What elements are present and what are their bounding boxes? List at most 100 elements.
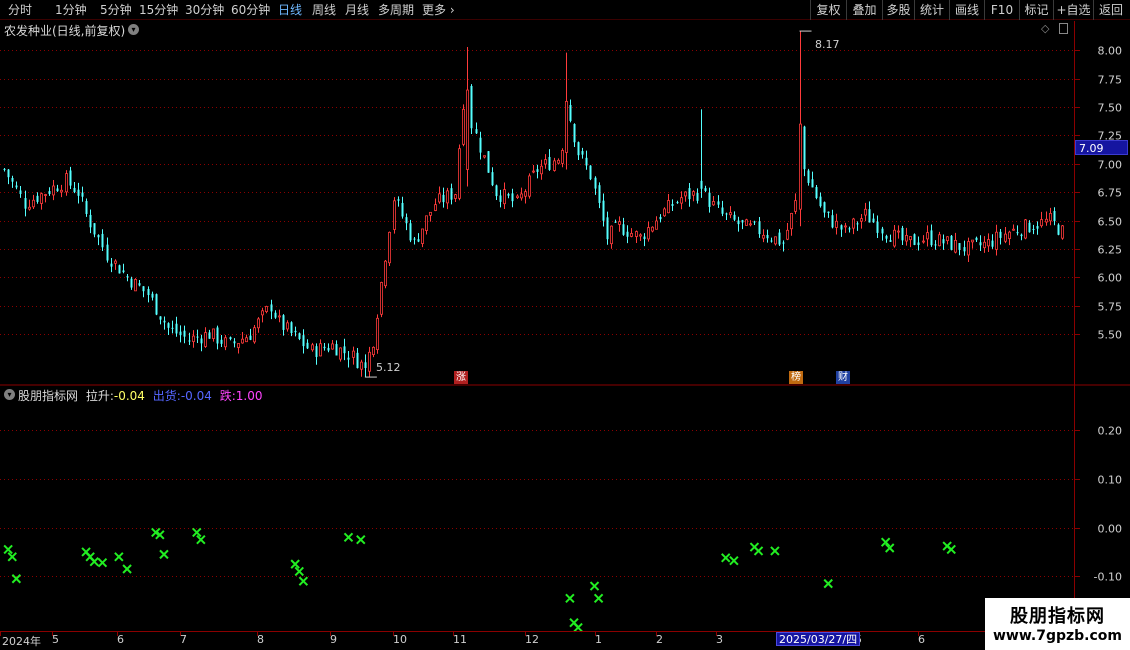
candle-body	[93, 223, 96, 235]
candle-body	[19, 190, 22, 194]
candle-body	[499, 195, 502, 202]
candle-body	[827, 211, 830, 213]
indicator-axis-label: 0.00	[1098, 523, 1123, 536]
candle-body	[446, 190, 449, 204]
finance-badge[interactable]: 财	[836, 371, 850, 384]
candle-body	[138, 283, 141, 286]
signal-x-marker	[192, 527, 202, 538]
candle-body	[688, 188, 691, 200]
candle-body	[942, 239, 945, 244]
candle-body	[602, 200, 605, 221]
price-axis-label: 6.75	[1098, 187, 1123, 200]
candle-body	[643, 236, 646, 240]
candle-body	[684, 191, 687, 197]
candle-body	[958, 243, 961, 250]
candle-body	[520, 193, 523, 199]
candle-body	[573, 124, 576, 143]
candle-body	[352, 350, 355, 358]
candle-body	[192, 335, 195, 342]
diamond-icon[interactable]: ◇	[1041, 22, 1049, 35]
candle-body	[983, 241, 986, 249]
candle-body	[708, 192, 711, 207]
legend-rise-label: 拉升:	[85, 389, 114, 403]
candle-body	[81, 192, 84, 197]
candle-body	[159, 316, 162, 320]
candle-body	[224, 337, 227, 348]
limit-up-badge[interactable]: 涨	[454, 371, 468, 384]
candle-body	[721, 207, 724, 214]
candle-body	[196, 336, 199, 338]
candle-body	[167, 323, 170, 328]
signal-x-marker	[196, 535, 206, 545]
candle-body	[503, 189, 506, 205]
indicator-axis-label: -0.10	[1094, 571, 1122, 584]
candle-body	[737, 220, 740, 225]
candle-body	[306, 342, 309, 349]
candle-body	[975, 237, 978, 241]
candle-body	[594, 177, 597, 189]
candle-body	[327, 347, 330, 351]
candle-body	[835, 220, 838, 228]
candle-body	[770, 240, 773, 242]
candle-body	[758, 221, 761, 235]
candle-body	[553, 160, 556, 171]
candle-body	[1045, 218, 1048, 223]
panel-toggle-icon[interactable]	[1059, 23, 1068, 34]
candle-body	[126, 276, 129, 278]
candle-body	[606, 217, 609, 240]
candle-body	[1008, 231, 1011, 239]
candle-body	[343, 346, 346, 354]
candle-body	[860, 218, 863, 222]
candle-body	[946, 236, 949, 242]
candle-body	[220, 339, 223, 344]
candle-body	[216, 327, 219, 344]
candle-body	[766, 234, 769, 239]
low-price-label: 5.12	[376, 361, 401, 374]
candle-body	[987, 239, 990, 247]
candle-body	[897, 230, 900, 233]
candle-body	[155, 294, 158, 315]
chart-canvas[interactable]: 5.505.756.006.256.506.757.007.257.507.75…	[0, 0, 1130, 650]
candle-body	[598, 185, 601, 203]
candle-body	[1057, 224, 1060, 235]
candle-body	[840, 225, 843, 230]
candle-body	[118, 265, 121, 274]
candle-body	[881, 228, 884, 234]
candle-body	[257, 318, 260, 329]
candle-body	[85, 201, 88, 214]
candle-body	[561, 150, 564, 164]
time-label: 10	[393, 633, 407, 646]
candle-body	[1061, 225, 1064, 239]
candle-body	[32, 199, 35, 208]
candle-body	[651, 226, 654, 232]
candle-body	[331, 343, 334, 350]
candle-body	[844, 225, 847, 228]
candle-body	[762, 234, 765, 239]
candle-body	[130, 278, 133, 288]
candle-body	[458, 148, 461, 199]
candle-body	[819, 196, 822, 207]
candle-body	[302, 335, 305, 347]
candle-body	[548, 156, 551, 170]
price-axis-label: 6.25	[1098, 244, 1123, 257]
candle-body	[671, 204, 674, 206]
signal-x-marker	[3, 544, 13, 555]
candle-body	[876, 221, 879, 233]
candle-body	[794, 200, 797, 212]
candle-body	[278, 315, 281, 318]
ranking-badge[interactable]: 榜	[789, 371, 803, 384]
candle-body	[717, 201, 720, 205]
signal-x-marker	[11, 574, 22, 584]
price-panel-menu-icon[interactable]: ▾	[128, 24, 139, 35]
candle-body	[380, 282, 383, 315]
candle-body	[1020, 234, 1023, 237]
candle-body	[48, 191, 51, 195]
candle-body	[995, 231, 998, 250]
indicator-panel-menu-icon[interactable]: ▾	[4, 389, 15, 400]
indicator-axis-label: 0.10	[1098, 474, 1123, 487]
candle-body	[171, 327, 174, 329]
candle-body	[261, 310, 264, 316]
candle-body	[450, 188, 453, 200]
candle-body	[454, 194, 457, 199]
candle-body	[89, 214, 92, 228]
